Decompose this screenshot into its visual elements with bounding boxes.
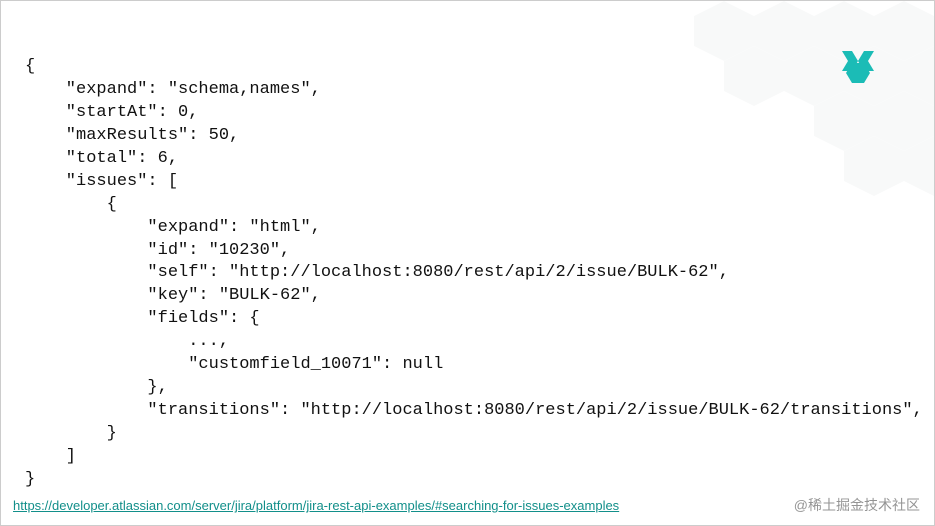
reference-link[interactable]: https://developer.atlassian.com/server/j… — [13, 498, 619, 513]
json-code-block: { "expand": "schema,names", "startAt": 0… — [25, 56, 914, 492]
watermark-text: @稀土掘金技术社区 — [794, 495, 920, 515]
slide-container: { "expand": "schema,names", "startAt": 0… — [0, 0, 935, 526]
footer-link-container: https://developer.atlassian.com/server/j… — [13, 498, 619, 513]
